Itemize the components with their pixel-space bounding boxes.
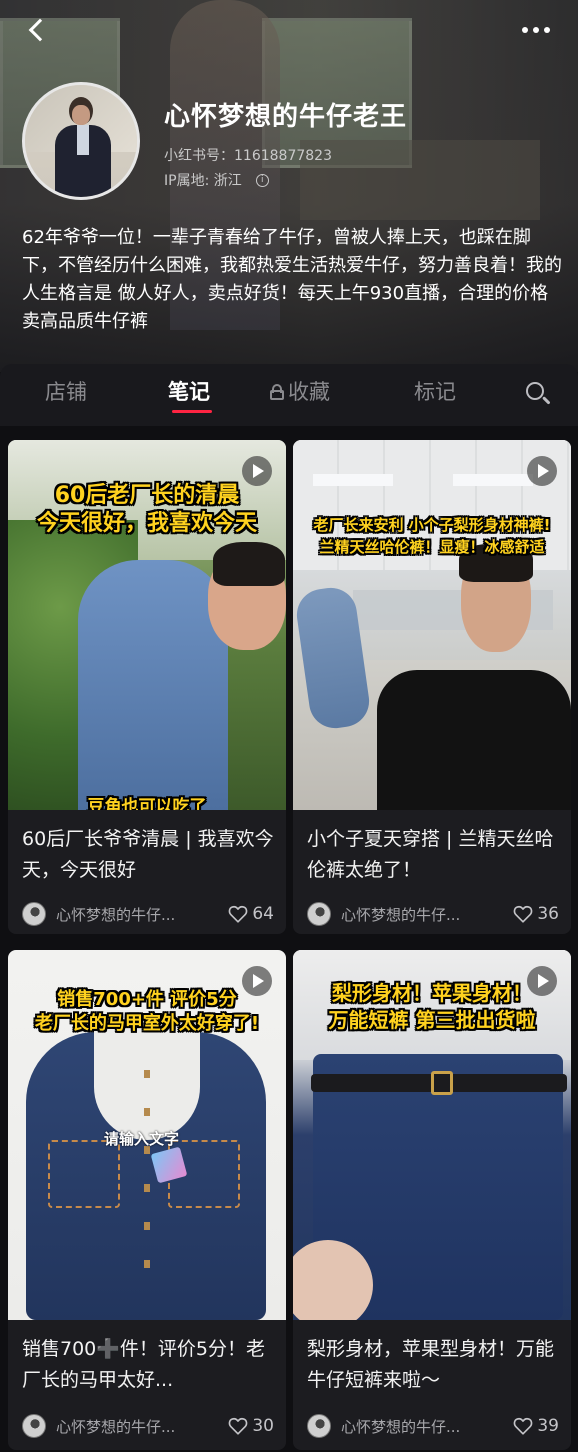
note-thumbnail[interactable]: 销售700+件 评价5分 老厂长的马甲室外太好穿了! 请输入文字	[8, 950, 286, 1320]
note-card[interactable]: 老厂长来安利 小个子梨形身材神裤! 兰精天丝哈伦裤！显瘦！冰感舒适 小个子夏天穿…	[293, 440, 571, 934]
profile-id: 小红书号：11618877823	[164, 145, 332, 165]
like-count: 36	[537, 904, 559, 924]
tab-collections-label: 收藏	[288, 380, 330, 404]
ip-location: IP属地: 浙江	[164, 173, 242, 189]
profile-avatar[interactable]	[22, 82, 140, 200]
like-count: 30	[252, 1416, 274, 1436]
author-avatar[interactable]	[307, 1414, 331, 1438]
note-thumbnail[interactable]: 60后老厂长的清晨 今天很好，我喜欢今天 豆角也可以吃了	[8, 440, 286, 810]
profile-ip-location: IP属地: 浙江 i	[164, 170, 269, 190]
note-overlay-caption: 豆角也可以吃了	[87, 797, 207, 810]
note-overlay-text: 老厂长来安利 小个子梨形身材神裤! 兰精天丝哈伦裤！显瘦！冰感舒适	[313, 516, 551, 556]
note-title[interactable]: 梨形身材，苹果型身材！万能牛仔短裤来啦～	[307, 1334, 559, 1396]
note-card[interactable]: 60后老厂长的清晨 今天很好，我喜欢今天 豆角也可以吃了 60后厂长爷爷清晨 |…	[8, 440, 286, 934]
active-tab-indicator	[172, 410, 212, 413]
xhs-id: 小红书号：11618877823	[164, 148, 332, 164]
like-button[interactable]: 36	[513, 904, 559, 924]
note-title[interactable]: 60后厂长爷爷清晨 | 我喜欢今天，今天很好	[22, 824, 274, 886]
like-button[interactable]: 64	[228, 904, 274, 924]
note-author[interactable]: 心怀梦想的牛仔...	[56, 904, 196, 925]
search-icon[interactable]	[524, 380, 554, 410]
heart-icon	[513, 905, 533, 923]
note-title[interactable]: 销售700➕件！评价5分！老厂长的马甲太好...	[22, 1334, 274, 1396]
note-sticker-text: 请输入文字	[104, 1130, 180, 1148]
profile-tabs: 店铺 笔记 收藏 标记	[0, 364, 578, 426]
profile-bio: 62年爷爷一位！一辈子青春给了牛仔，曾被人捧上天，也踩在脚下，不管经历什么困难，…	[22, 227, 562, 332]
tab-notes[interactable]: 笔记	[168, 376, 210, 406]
note-footer: 心怀梦想的牛仔... 36	[307, 900, 559, 928]
like-button[interactable]: 30	[228, 1416, 274, 1436]
note-thumbnail[interactable]: 老厂长来安利 小个子梨形身材神裤! 兰精天丝哈伦裤！显瘦！冰感舒适	[293, 440, 571, 810]
note-overlay-text: 60后老厂长的清晨 今天很好，我喜欢今天	[36, 483, 257, 536]
video-play-icon	[242, 456, 272, 486]
tab-marked[interactable]: 标记	[414, 376, 456, 406]
note-overlay-text: 销售700+件 评价5分 老厂长的马甲室外太好穿了!	[34, 989, 260, 1034]
note-card[interactable]: 销售700+件 评价5分 老厂长的马甲室外太好穿了! 请输入文字 销售700➕件…	[8, 950, 286, 1450]
note-title[interactable]: 小个子夏天穿搭 | 兰精天丝哈伦裤太绝了！	[307, 824, 559, 886]
note-thumbnail[interactable]: 梨形身材！苹果身材！ 万能短裤 第三批出货啦	[293, 950, 571, 1320]
note-footer: 心怀梦想的牛仔... 64	[22, 900, 274, 928]
profile-name: 心怀梦想的牛仔老王	[164, 102, 408, 132]
video-play-icon	[242, 966, 272, 996]
back-button[interactable]	[18, 12, 54, 48]
note-author[interactable]: 心怀梦想的牛仔...	[341, 904, 481, 925]
notes-grid: 60后老厂长的清晨 今天很好，我喜欢今天 豆角也可以吃了 60后厂长爷爷清晨 |…	[0, 426, 578, 1452]
heart-icon	[513, 1417, 533, 1435]
like-count: 64	[252, 904, 274, 924]
tab-shop[interactable]: 店铺	[45, 376, 87, 406]
note-card[interactable]: 梨形身材！苹果身材！ 万能短裤 第三批出货啦 梨形身材，苹果型身材！万能牛仔短裤…	[293, 950, 571, 1450]
author-avatar[interactable]	[22, 902, 46, 926]
author-avatar[interactable]	[22, 1414, 46, 1438]
lock-icon	[270, 384, 284, 400]
heart-icon	[228, 1417, 248, 1435]
note-author[interactable]: 心怀梦想的牛仔...	[56, 1416, 196, 1437]
back-chevron-icon	[28, 18, 52, 42]
author-avatar[interactable]	[307, 902, 331, 926]
like-count: 39	[537, 1416, 559, 1436]
profile-header: 心怀梦想的牛仔老王 小红书号：11618877823 IP属地: 浙江 i 62…	[0, 0, 578, 372]
video-play-icon	[527, 966, 557, 996]
more-options-button[interactable]	[516, 12, 556, 48]
heart-icon	[228, 905, 248, 923]
background-photo	[300, 140, 540, 220]
note-author[interactable]: 心怀梦想的牛仔...	[341, 1416, 481, 1437]
like-button[interactable]: 39	[513, 1416, 559, 1436]
video-play-icon	[527, 456, 557, 486]
more-dots-icon	[522, 27, 550, 33]
tab-collections[interactable]: 收藏	[270, 376, 330, 406]
info-icon[interactable]: i	[255, 173, 269, 187]
note-footer: 心怀梦想的牛仔... 39	[307, 1412, 559, 1440]
note-footer: 心怀梦想的牛仔... 30	[22, 1412, 274, 1440]
